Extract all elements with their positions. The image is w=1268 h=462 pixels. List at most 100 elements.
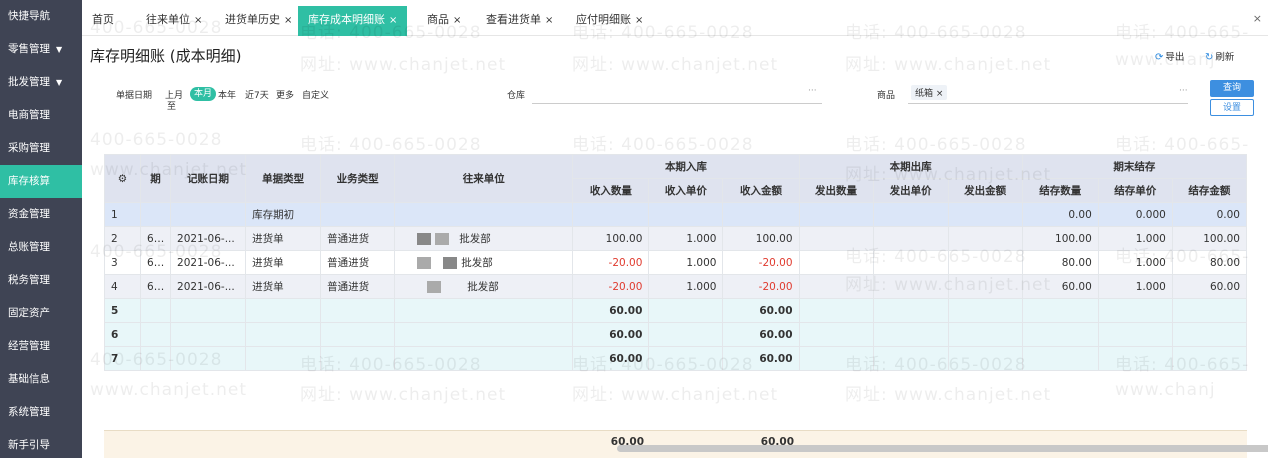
cell-date: 2021-06-... xyxy=(170,250,247,275)
close-icon[interactable]: × xyxy=(635,15,643,26)
tab-payables-ledger[interactable]: 应付明细账 × xyxy=(576,6,643,36)
cell-empty xyxy=(245,298,322,323)
product-tag-label: 纸箱 xyxy=(915,89,934,99)
close-icon[interactable]: × xyxy=(389,15,397,26)
row-number: 5 xyxy=(103,298,142,323)
cell-empty xyxy=(1097,322,1173,347)
table-row[interactable]: 4 6-... 2021-06-... 进货单 普通进货 批发部 -20.00 … xyxy=(103,274,1248,299)
cell-in-qty: 60.00 xyxy=(572,322,650,347)
cell-in-qty: 60.00 xyxy=(572,298,650,323)
sidebar-item-retail[interactable]: 零售管理 ▼ xyxy=(0,33,82,66)
sidebar-item-ecommerce[interactable]: 电商管理 xyxy=(0,99,82,132)
cell-empty xyxy=(1171,346,1248,371)
tab-home[interactable]: 首页 xyxy=(92,6,114,36)
cell-empty xyxy=(245,346,322,371)
quick-date-custom[interactable]: 自定义 xyxy=(302,88,329,101)
sidebar-item-quick-nav[interactable]: 快捷导航 xyxy=(0,0,82,33)
cell-end-amount: 60.00 xyxy=(1171,274,1248,299)
col-header-date[interactable]: 记账日期 xyxy=(170,154,247,203)
warehouse-input[interactable] xyxy=(532,84,822,104)
col-header-biz-type[interactable]: 业务类型 xyxy=(320,154,396,203)
horizontal-scrollbar[interactable] xyxy=(617,445,1268,452)
cell-in-price: 1.000 xyxy=(648,226,724,251)
col-header-end-amount[interactable]: 结存金额 xyxy=(1171,178,1248,203)
cell-empty xyxy=(245,322,322,347)
col-header-out-amount[interactable]: 发出金额 xyxy=(947,178,1023,203)
sidebar-item-general-ledger[interactable]: 总账管理 xyxy=(0,231,82,264)
tab-view-purchase[interactable]: 查看进货单 × xyxy=(486,6,553,36)
cell-out-qty xyxy=(798,250,874,275)
sidebar-item-fixed-assets[interactable]: 固定资产 xyxy=(0,297,82,330)
quick-date-last-7-days[interactable]: 近7天 xyxy=(245,88,269,101)
quick-date-this-year[interactable]: 本年 xyxy=(218,88,236,101)
cell-end-price: 1.000 xyxy=(1097,226,1173,251)
table-settings-icon[interactable]: ⚙ xyxy=(103,154,142,203)
close-icon[interactable]: × xyxy=(284,15,292,26)
export-button[interactable]: ⟳ 导出 xyxy=(1155,49,1184,63)
sidebar-item-basic-info[interactable]: 基础信息 xyxy=(0,363,82,396)
tag-close-icon[interactable]: × xyxy=(936,89,944,99)
sidebar-item-tax[interactable]: 税务管理 xyxy=(0,264,82,297)
cell-empty xyxy=(1171,298,1248,323)
subtotal-row[interactable]: 6 60.00 60.00 xyxy=(103,322,1248,347)
chevron-down-icon: ▼ xyxy=(56,45,63,54)
redacted-block xyxy=(435,233,450,245)
tab-products[interactable]: 商品 × xyxy=(427,6,461,36)
col-header-partner[interactable]: 往来单位 xyxy=(394,154,574,203)
col-header-in-amount[interactable]: 收入金额 xyxy=(722,178,800,203)
export-label: 导出 xyxy=(1165,52,1185,63)
cell-empty xyxy=(320,322,396,347)
sidebar-item-wholesale[interactable]: 批发管理 ▼ xyxy=(0,66,82,99)
sidebar-item-guide[interactable]: 新手引导 xyxy=(0,429,82,462)
product-label: 商品 xyxy=(877,91,896,101)
redacted-block xyxy=(417,257,432,269)
sidebar-item-operations[interactable]: 经营管理 xyxy=(0,330,82,363)
sidebar-item-label: 固定资产 xyxy=(8,307,50,319)
col-header-period[interactable]: 期 xyxy=(140,154,172,203)
sidebar-item-funds[interactable]: 资金管理 xyxy=(0,198,82,231)
product-input[interactable] xyxy=(908,84,1188,104)
close-icon[interactable]: × xyxy=(453,15,461,26)
partner-name: 批发部 xyxy=(467,281,499,293)
cell-out-qty xyxy=(798,202,874,227)
col-header-in-qty[interactable]: 收入数量 xyxy=(572,178,650,203)
quick-date-more[interactable]: 更多 xyxy=(276,88,294,101)
col-header-end-price[interactable]: 结存单价 xyxy=(1097,178,1173,203)
col-header-end-qty[interactable]: 结存数量 xyxy=(1021,178,1099,203)
sidebar-item-label: 采购管理 xyxy=(8,142,50,154)
query-button[interactable]: 查询 xyxy=(1210,80,1254,97)
sidebar-item-inventory-accounting[interactable]: 库存核算 xyxy=(0,165,82,198)
filter-bar: 单据日期 上月 至 本月 本年 近7天 更多 自定义 仓库 ··· 商品 纸箱 … xyxy=(82,76,1268,130)
refresh-button[interactable]: ↻ 刷新 xyxy=(1205,49,1234,63)
sidebar-item-label: 快捷导航 xyxy=(8,10,50,22)
cell-in-qty: -20.00 xyxy=(572,274,650,299)
table-row[interactable]: 2 6-... 2021-06-... 进货单 普通进货 批发部 100.00 … xyxy=(103,226,1248,251)
col-header-out-qty[interactable]: 发出数量 xyxy=(798,178,874,203)
row-number: 6 xyxy=(103,322,142,347)
close-icon[interactable]: × xyxy=(194,15,202,26)
sidebar-item-purchase[interactable]: 采购管理 xyxy=(0,132,82,165)
table-row[interactable]: 1 库存期初 0.00 0.000 0.00 xyxy=(103,202,1248,227)
close-icon[interactable]: × xyxy=(545,15,553,26)
table-row[interactable]: 3 6-... 2021-06-... 进货单 普通进货 批发部 -20.00 … xyxy=(103,250,1248,275)
close-all-tabs-icon[interactable]: × xyxy=(1253,12,1262,25)
tab-inventory-cost-ledger[interactable]: 库存成本明细账 × xyxy=(298,6,408,36)
cell-empty xyxy=(648,346,724,371)
subtotal-row[interactable]: 7 60.00 60.00 xyxy=(103,346,1248,371)
col-header-in-price[interactable]: 收入单价 xyxy=(648,178,724,203)
product-picker-icon[interactable]: ··· xyxy=(1179,86,1188,96)
cell-in-amount: 60.00 xyxy=(722,322,800,347)
tab-purchase-history[interactable]: 进货单历史 × xyxy=(225,6,292,36)
tab-partners[interactable]: 往来单位 × xyxy=(146,6,202,36)
subtotal-row[interactable]: 5 60.00 60.00 xyxy=(103,298,1248,323)
settings-button[interactable]: 设置 xyxy=(1210,99,1254,116)
sidebar-item-system[interactable]: 系统管理 xyxy=(0,396,82,429)
warehouse-picker-icon[interactable]: ··· xyxy=(808,86,817,96)
col-header-doc-type[interactable]: 单据类型 xyxy=(245,154,322,203)
quick-date-this-month[interactable]: 本月 xyxy=(190,87,217,101)
sidebar-item-label: 资金管理 xyxy=(8,208,50,220)
col-header-out-price[interactable]: 发出单价 xyxy=(872,178,949,203)
cell-empty xyxy=(798,322,874,347)
cell-empty xyxy=(320,346,396,371)
table-footer-totals: 60.00 60.00 xyxy=(104,430,1247,458)
